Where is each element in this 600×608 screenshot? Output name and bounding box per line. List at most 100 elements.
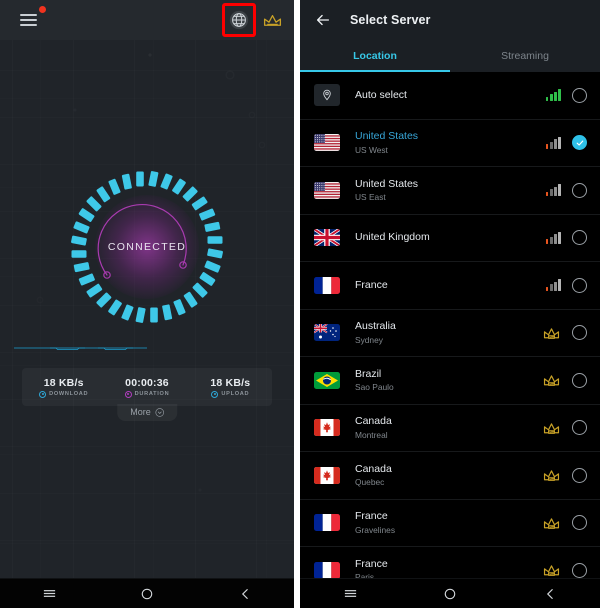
svg-text:Pro: Pro <box>549 525 554 529</box>
country-flag-icon <box>314 324 340 342</box>
back-arrow-icon[interactable] <box>314 11 332 29</box>
upload-speed-value: 18 KB/s <box>210 376 251 389</box>
home-button[interactable] <box>442 586 458 602</box>
app-root: CONNECTED 18 KB/s DOWNLOAD 00:00:36 DURA… <box>0 0 600 608</box>
server-radio[interactable] <box>572 420 587 436</box>
duration-label: DURATION <box>134 391 170 397</box>
android-navbar-right <box>300 578 600 608</box>
country-flag-icon <box>314 419 340 437</box>
server-radio-selected[interactable] <box>572 135 587 151</box>
server-list-item[interactable]: Canada Montreal Pro <box>300 404 600 452</box>
server-country: Brazil <box>355 367 382 380</box>
server-list-item[interactable]: United Kingdom <box>300 214 600 262</box>
pro-crown-icon: Pro <box>543 518 560 529</box>
country-flag-icon <box>314 561 340 579</box>
server-radio[interactable] <box>572 325 587 341</box>
chevron-left-icon <box>241 588 248 599</box>
server-list-item[interactable]: France <box>300 262 600 310</box>
download-icon <box>39 390 47 398</box>
server-list-item[interactable]: Auto select <box>300 72 600 120</box>
server-country: United Kingdom <box>355 231 430 244</box>
server-country: United States <box>355 130 419 143</box>
svg-text:Pro: Pro <box>549 382 554 386</box>
country-flag-icon <box>314 514 340 532</box>
chevron-down-circle-icon <box>155 407 164 417</box>
server-city: US East <box>355 192 386 203</box>
stat-download: 18 KB/s DOWNLOAD <box>22 377 105 398</box>
server-country: Auto select <box>355 88 407 101</box>
server-list-item[interactable]: Brazil Sao Paulo Pro <box>300 357 600 405</box>
country-flag-icon <box>314 371 340 389</box>
server-radio[interactable] <box>572 372 587 388</box>
home-topbar <box>0 0 294 40</box>
server-row-actions <box>545 87 587 103</box>
stat-duration: 00:00:36 DURATION <box>105 377 188 398</box>
connection-dial[interactable]: CONNECTED <box>71 171 223 323</box>
server-labels: France Gravelines <box>355 510 542 535</box>
server-labels: Brazil Sao Paulo <box>355 368 542 393</box>
server-country: Australia <box>355 320 396 333</box>
server-radio[interactable] <box>572 562 587 578</box>
topbar-actions <box>222 3 294 37</box>
country-flag-icon <box>314 276 340 294</box>
server-labels: Canada Montreal <box>355 415 542 440</box>
pro-crown-icon: Pro <box>543 375 560 386</box>
back-button[interactable] <box>542 586 558 602</box>
more-button[interactable]: More <box>117 404 177 421</box>
upload-icon <box>211 390 219 398</box>
server-labels: Auto select <box>355 89 546 102</box>
tab-streaming[interactable]: Streaming <box>450 40 600 72</box>
server-labels: France <box>355 279 546 292</box>
svg-text:Pro: Pro <box>549 430 554 434</box>
server-city: Gravelines <box>355 524 396 535</box>
server-radio[interactable] <box>572 515 587 531</box>
pro-crown-icon: Pro <box>543 328 560 339</box>
server-tabs: Location Streaming <box>300 40 600 72</box>
server-list-item[interactable]: United States US West <box>300 119 600 167</box>
server-city: US West <box>355 144 388 155</box>
server-row-actions: Pro <box>542 562 587 578</box>
server-radio[interactable] <box>572 277 587 293</box>
home-button[interactable] <box>139 586 155 602</box>
menu-button[interactable] <box>20 6 46 31</box>
server-city: Montreal <box>355 429 388 440</box>
globe-icon[interactable] <box>228 9 250 31</box>
server-radio[interactable] <box>572 467 587 483</box>
crown-icon[interactable] <box>260 9 284 31</box>
recents-button[interactable] <box>41 586 57 602</box>
server-radio[interactable] <box>572 230 587 246</box>
circle-icon <box>141 588 153 599</box>
server-labels: Australia Sydney <box>355 320 542 345</box>
speed-divider-line <box>14 347 147 350</box>
upload-label: UPLOAD <box>221 391 250 397</box>
server-labels: United Kingdom <box>355 231 546 244</box>
pro-crown-icon: Pro <box>543 423 560 434</box>
server-labels: United States US West <box>355 130 546 155</box>
server-list[interactable]: Auto select United States US West United… <box>300 72 600 608</box>
back-button[interactable] <box>237 586 253 602</box>
country-flag-icon <box>314 229 340 247</box>
recents-button[interactable] <box>342 586 358 602</box>
server-list-item[interactable]: Australia Sydney Pro <box>300 309 600 357</box>
country-flag-icon <box>314 181 340 199</box>
pro-crown-icon: Pro <box>543 565 560 576</box>
pro-crown-icon: Pro <box>543 470 560 481</box>
server-row-actions: Pro <box>542 420 587 436</box>
server-row-actions: Pro <box>542 325 587 341</box>
server-country: France <box>355 557 388 570</box>
signal-strength-icon <box>545 136 561 149</box>
hamburger-line <box>20 14 37 16</box>
server-header: Select Server <box>300 0 600 40</box>
stat-upload: 18 KB/s UPLOAD <box>189 377 272 398</box>
server-list-item[interactable]: Canada Quebec Pro <box>300 452 600 500</box>
duration-value: 00:00:36 <box>125 376 169 389</box>
svg-text:Pro: Pro <box>549 477 554 481</box>
server-list-item[interactable]: France Gravelines Pro <box>300 499 600 547</box>
android-navbar-left <box>0 578 294 608</box>
server-radio[interactable] <box>572 87 587 103</box>
svg-text:Pro: Pro <box>549 335 554 339</box>
server-list-item[interactable]: United States US East <box>300 167 600 215</box>
tab-location[interactable]: Location <box>300 40 450 72</box>
menu-lines-icon <box>43 590 55 597</box>
server-radio[interactable] <box>572 182 587 198</box>
